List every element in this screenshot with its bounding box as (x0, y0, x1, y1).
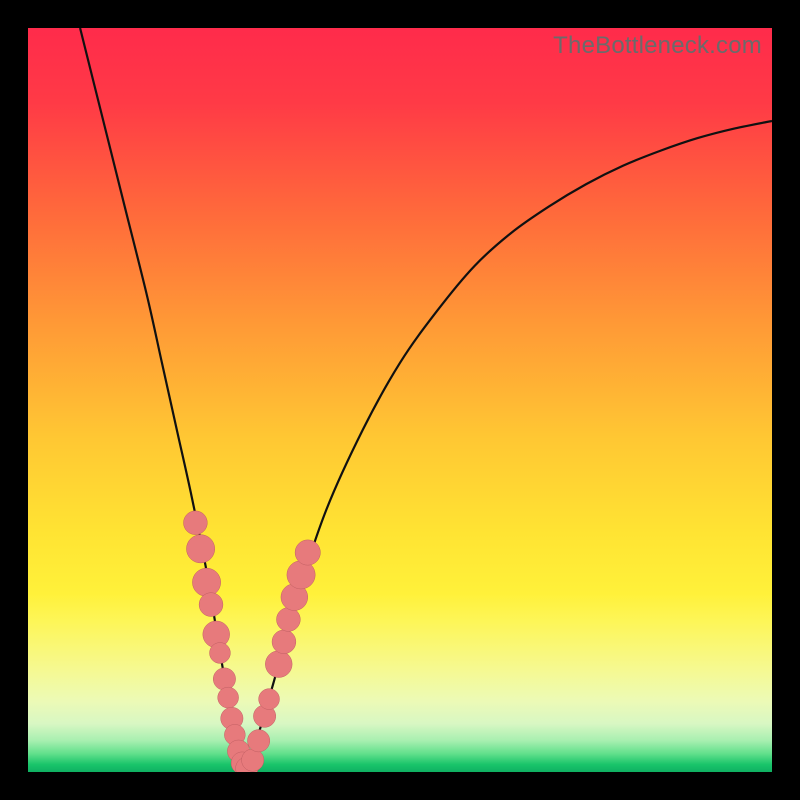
curve-marker (199, 593, 223, 617)
plot-area: TheBottleneck.com (28, 28, 772, 772)
curve-marker (242, 749, 264, 771)
curve-marker (247, 730, 269, 752)
curve-marker (277, 608, 301, 632)
curve-marker (192, 568, 220, 596)
watermark-text: TheBottleneck.com (553, 32, 762, 60)
curve-marker (295, 540, 320, 565)
curve-marker (210, 643, 231, 664)
chart-svg (28, 28, 772, 772)
gradient-background (28, 28, 772, 772)
curve-marker (213, 668, 235, 690)
curve-marker (265, 651, 292, 678)
curve-marker (186, 535, 214, 563)
curve-marker (218, 687, 239, 708)
curve-marker (259, 689, 280, 710)
outer-frame: TheBottleneck.com (0, 0, 800, 800)
curve-marker (184, 511, 208, 535)
curve-marker (272, 630, 296, 654)
